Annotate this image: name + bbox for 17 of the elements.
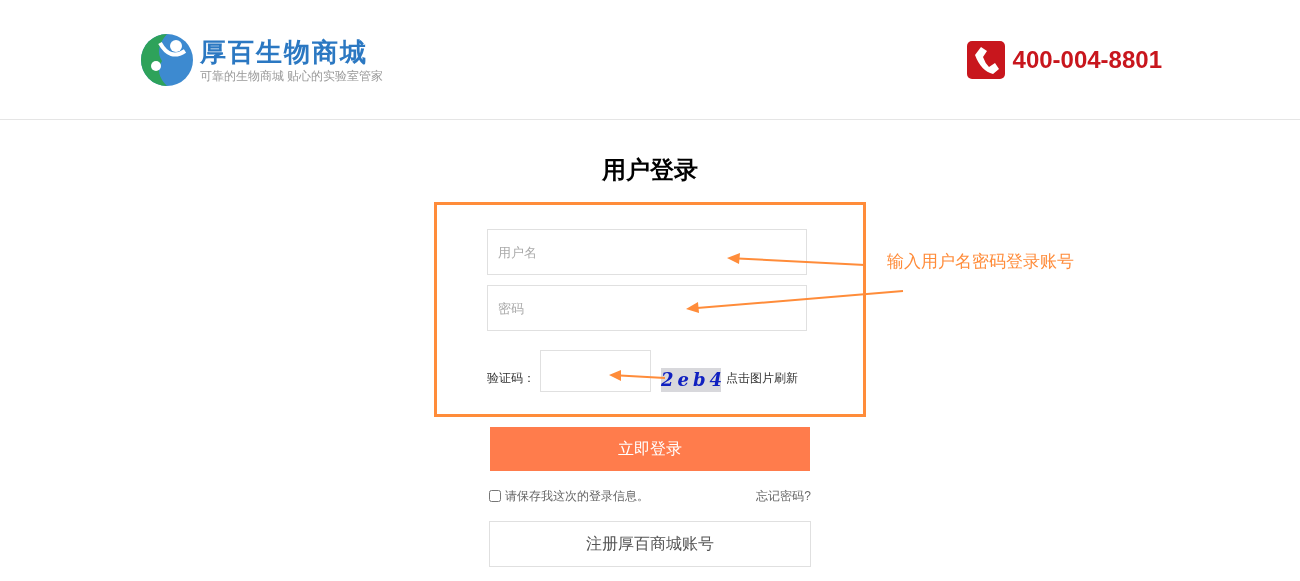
register-button[interactable]: 注册厚百商城账号 — [489, 521, 811, 567]
login-title: 用户登录 — [602, 155, 698, 185]
remember-checkbox[interactable] — [489, 490, 501, 502]
captcha-field[interactable] — [540, 350, 651, 392]
forgot-password-link[interactable]: 忘记密码? — [756, 487, 811, 505]
logo-icon — [140, 32, 194, 87]
captcha-image[interactable]: 2eb4 — [661, 368, 721, 392]
phone-number: 400-004-8801 — [1012, 44, 1162, 75]
remember-label: 请保存我这次的登录信息。 — [505, 488, 649, 505]
annotation-text: 输入用户名密码登录账号 — [887, 251, 1074, 273]
captcha-label: 验证码： — [487, 370, 535, 387]
refresh-hint: 点击图片刷新 — [726, 370, 798, 387]
brand-name: 厚百生物商城 — [200, 35, 369, 68]
password-field[interactable]: 密码 — [487, 285, 807, 331]
username-field[interactable]: 用户名 — [487, 229, 807, 275]
phone-icon — [966, 40, 1005, 79]
brand-slogan: 可靠的生物商城 贴心的实验室管家 — [200, 67, 384, 84]
